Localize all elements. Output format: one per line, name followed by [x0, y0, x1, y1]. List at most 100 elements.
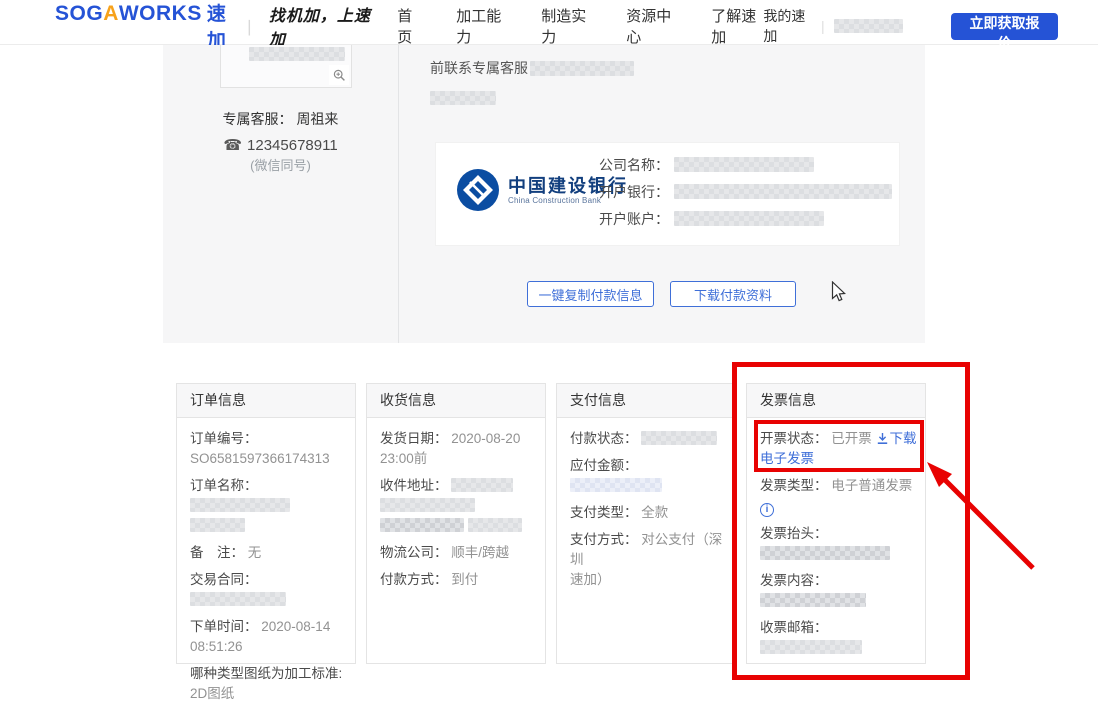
logo-a-mark: A — [103, 2, 119, 26]
field-row: 付款方式： 到付 — [380, 570, 540, 590]
field-label: 支付方式： — [570, 532, 641, 547]
card-title: 订单信息 — [177, 384, 355, 418]
bank-account-card: 中国建设银行 China Construction Bank 公司名称：开户银行… — [435, 142, 900, 246]
download-icon — [876, 432, 889, 445]
account-divider: | — [821, 18, 825, 34]
nav-item-strength[interactable]: 制造实力 — [541, 5, 593, 47]
redacted-account-name — [834, 19, 903, 33]
order-info-card: 订单信息订单编号： SO6581597366174313 订单名称： 备 注： 无… — [176, 383, 356, 664]
redacted-value — [190, 498, 290, 512]
phone-icon: ☎ — [223, 136, 242, 154]
field-label: 哪种类型图纸为加工标准: — [190, 666, 342, 681]
field-label: 订单编号： — [190, 431, 258, 446]
redacted-value — [190, 518, 245, 532]
redacted-bank-value — [674, 157, 814, 172]
nav-item-home[interactable]: 首页 — [397, 5, 423, 47]
download-payment-docs-button[interactable]: 下载付款资料 — [670, 281, 796, 307]
field-label: 付款方式： — [380, 572, 451, 587]
field-row: 应付金额： — [570, 456, 730, 496]
annotation-arrow — [905, 448, 1045, 583]
qr-code-box — [220, 45, 352, 88]
logo-works: WORKS — [119, 2, 202, 26]
field-label: 发票抬头： — [760, 526, 828, 541]
field-row: 支付方式： 对公支付（深圳速加） — [570, 530, 730, 590]
redacted-value — [380, 498, 475, 512]
field-row: 付款状态： — [570, 429, 730, 449]
field-label: 支付类型： — [570, 505, 641, 520]
card-title: 收货信息 — [367, 384, 545, 418]
bank-field-row: 开户银行： — [599, 184, 892, 199]
bank-field-label: 开户银行： — [599, 182, 669, 202]
my-account-link[interactable]: 我的速加 — [763, 6, 812, 46]
card-body: 开票状态： 已开票 下载 电子发票发票类型： 电子普通发票i 发票抬头： 发票内容… — [747, 418, 925, 676]
info-cards: 订单信息订单编号： SO6581597366174313 订单名称： 备 注： 无… — [176, 383, 926, 664]
redacted-bank-value — [674, 211, 824, 226]
redacted-value — [380, 518, 464, 532]
bank-field-row: 公司名称： — [599, 157, 892, 172]
field-label: 订单名称： — [190, 478, 258, 493]
logo-divider: 丨 — [241, 14, 258, 39]
field-row: 下单时间： 2020-08-1408:51:26 — [190, 617, 350, 657]
field-row: 发票内容： — [760, 571, 920, 611]
redacted-qr-content — [249, 47, 345, 61]
invoice-info-card: 发票信息开票状态： 已开票 下载 电子发票发票类型： 电子普通发票i发票抬头： … — [746, 383, 926, 664]
wechat-note: (微信同号) — [163, 155, 398, 174]
field-row: 备 注： 无 — [190, 543, 350, 563]
redacted-value — [468, 518, 522, 532]
redacted-value — [570, 478, 662, 492]
card-title: 发票信息 — [747, 384, 925, 418]
field-row: 物流公司： 顺丰/跨越 — [380, 543, 540, 563]
field-value: 顺丰/跨越 — [451, 545, 509, 560]
invoice-type-info-icon[interactable]: i — [760, 503, 774, 517]
field-value: 23:00前 — [380, 451, 427, 466]
magnifier-icon — [333, 69, 346, 82]
nav-item-resources[interactable]: 资源中心 — [626, 5, 678, 47]
nav-item-about[interactable]: 了解速加 — [711, 5, 763, 47]
dedicated-agent-line: 专属客服： 周祖来 — [163, 109, 398, 129]
field-label: 发货日期： — [380, 431, 451, 446]
bank-field-row: 开户账户： — [599, 211, 892, 226]
zoom-qr-button[interactable] — [329, 65, 349, 85]
redacted-value — [760, 640, 862, 654]
field-label: 物流公司： — [380, 545, 451, 560]
redacted-value — [641, 431, 717, 445]
field-label: 应付金额： — [570, 458, 638, 473]
agent-label: 专属客服： — [223, 111, 293, 127]
field-value: 2020-08-14 — [261, 619, 330, 634]
field-label: 备 注： — [190, 545, 248, 560]
card-title: 支付信息 — [557, 384, 735, 418]
logo-sog: SOG — [55, 2, 103, 26]
payment-info-card: 支付信息付款状态： 应付金额： 支付类型： 全款支付方式： 对公支付（深圳速加） — [556, 383, 736, 664]
brand-tagline: 找机加，上速加 — [269, 2, 377, 50]
field-label: 付款状态： — [570, 431, 641, 446]
field-value: 2020-08-20 — [451, 431, 520, 446]
nav-item-capability[interactable]: 加工能力 — [456, 5, 508, 47]
field-row: 交易合同： — [190, 570, 350, 610]
bank-field-label: 开户账户： — [599, 209, 669, 229]
contact-note-text: 前联系专属客服 — [430, 58, 528, 78]
download-invoice-link[interactable]: 下载 — [876, 431, 917, 446]
agent-phone-number: 12345678911 — [247, 137, 338, 154]
get-quote-button[interactable]: 立即获取报价 — [951, 13, 1058, 40]
field-row: 发货日期： 2020-08-20 23:00前 — [380, 429, 540, 469]
field-value: 速加） — [570, 572, 611, 587]
field-row: 发票抬头： — [760, 524, 920, 564]
shipping-info-card: 收货信息发货日期： 2020-08-2023:00前收件地址： 物流公司： 顺丰… — [366, 383, 546, 664]
redacted-value — [451, 478, 513, 492]
field-label: 发票类型： — [760, 478, 831, 493]
copy-payment-info-button[interactable]: 一键复制付款信息 — [527, 281, 654, 307]
field-row: 订单名称： — [190, 476, 350, 536]
card-body: 付款状态： 应付金额： 支付类型： 全款支付方式： 对公支付（深圳速加） — [557, 418, 735, 608]
nav-account-area: 我的速加 | 立即获取报价 — [763, 6, 1058, 46]
field-row: 发票类型： 电子普通发票i — [760, 476, 920, 517]
redacted-contact-info — [530, 61, 634, 76]
panel-divider — [398, 45, 399, 343]
field-row: 收票邮箱： — [760, 618, 920, 658]
field-label: 收票邮箱： — [760, 620, 828, 635]
field-row: 开票状态： 已开票 下载 电子发票 — [760, 429, 920, 469]
field-value: 无 — [248, 545, 262, 560]
field-value: SO6581597366174313 — [190, 451, 330, 466]
redacted-value — [760, 593, 866, 607]
download-invoice-link-line2[interactable]: 电子发票 — [760, 451, 814, 466]
field-value: 2D图纸 — [190, 686, 234, 701]
